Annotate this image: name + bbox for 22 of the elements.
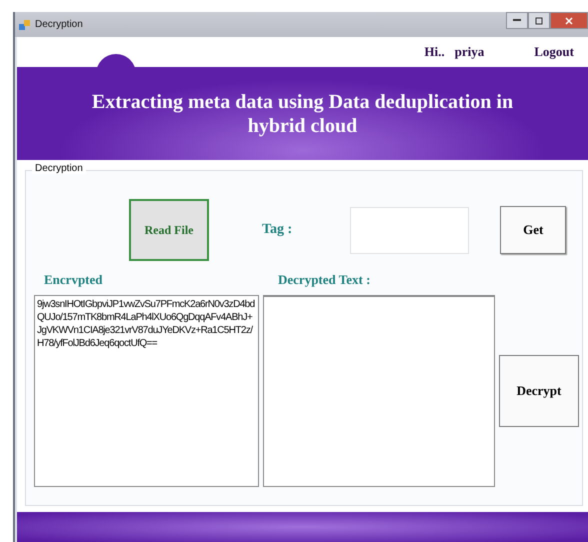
logout-link[interactable]: Logout <box>534 44 574 60</box>
tag-label: Tag : <box>262 222 292 238</box>
app-icon <box>19 18 31 30</box>
window-title: Decryption <box>35 19 83 30</box>
tag-field[interactable] <box>350 206 470 254</box>
close-button[interactable] <box>550 12 588 29</box>
decrypted-label: Decrypted Text : <box>278 272 370 288</box>
greeting-text: Hi.. <box>424 44 445 60</box>
decrypted-text-area[interactable] <box>263 295 495 487</box>
decrypt-button[interactable]: Decrypt <box>499 355 579 427</box>
minimize-button[interactable] <box>506 12 528 29</box>
get-button[interactable]: Get <box>500 206 566 254</box>
maximize-icon <box>535 16 543 24</box>
user-name: priya <box>454 44 484 60</box>
encrypted-label: Encrvpted <box>44 272 102 288</box>
read-file-button[interactable]: Read File <box>129 199 209 261</box>
encrypted-text-area[interactable]: 9jw3snIHOtIGbpviJP1vwZvSu7PFmcK2a6rN0v3zD4bdQUJo/157mTK8bmR4LaPh4lXUo6QgDqqAFv4ABhJ+JgVKWVn1CIA8je321vrV87duJYeDKVz+Ra1C5HT2z/H78/yfFolJBd6Jeq6qoctUfQ== <box>34 295 259 487</box>
maximize-button[interactable] <box>528 12 550 29</box>
minimize-icon <box>513 19 521 22</box>
close-icon <box>565 16 573 24</box>
group-title: Decryption <box>32 163 86 174</box>
banner-title: Extracting meta data using Data deduplication in hybrid cloud <box>90 90 514 138</box>
